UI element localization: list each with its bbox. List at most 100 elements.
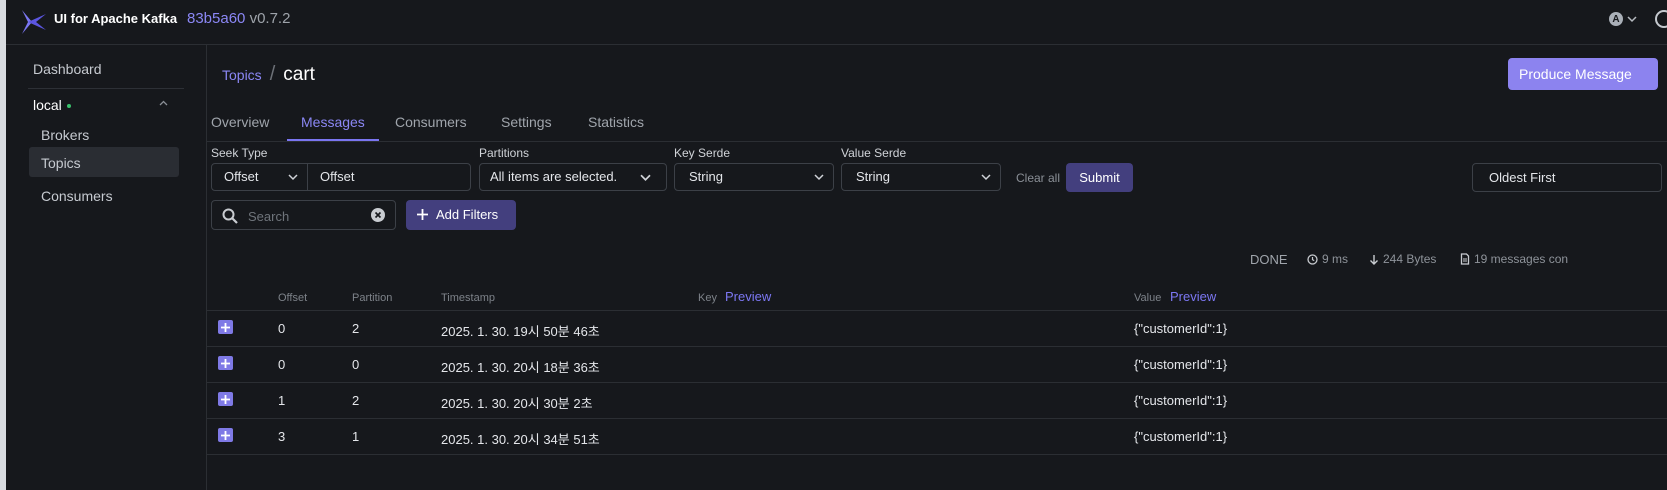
cell-value: {"customerId":1} xyxy=(1134,321,1228,336)
messages-value: 19 messages con xyxy=(1474,252,1569,266)
sidebar-item-label: Topics xyxy=(41,155,81,171)
tab-messages[interactable]: Messages xyxy=(301,114,365,130)
cell-partition: 1 xyxy=(352,429,360,444)
value-serde-select[interactable]: String xyxy=(841,163,1001,191)
cell-timestamp: 2025. 1. 30. 20시 18분 36초 xyxy=(441,360,600,375)
value-serde-label: Value Serde xyxy=(841,146,907,160)
tab-consumers[interactable]: Consumers xyxy=(395,114,467,130)
cell-partition: 2 xyxy=(352,321,360,336)
column-header-offset: Offset xyxy=(278,292,308,304)
chevron-down-icon xyxy=(981,174,991,181)
sidebar: Dashboard local Brokers Topics Consumers xyxy=(6,45,207,490)
cell-offset: 3 xyxy=(278,429,286,444)
plus-icon xyxy=(221,359,230,368)
table-row[interactable]: 1 2 2025. 1. 30. 20시 30분 2초 {"customerId… xyxy=(207,383,1667,419)
cell-value: {"customerId":1} xyxy=(1134,357,1228,372)
seek-offset-value: Offset xyxy=(320,169,355,184)
search-field[interactable] xyxy=(211,200,396,230)
cluster-name: local xyxy=(33,97,62,113)
column-header-value: Value xyxy=(1134,292,1162,304)
bytes-stat: 244 Bytes xyxy=(1369,252,1436,266)
clear-all-button[interactable]: Clear all xyxy=(1016,171,1060,185)
column-header-partition: Partition xyxy=(352,292,393,304)
cell-timestamp: 2025. 1. 30. 20시 34분 51초 xyxy=(441,432,600,447)
add-filters-button[interactable]: Add Filters xyxy=(406,200,516,230)
topic-tabs: Overview Messages Consumers Settings Sta… xyxy=(207,105,1667,142)
tab-statistics[interactable]: Statistics xyxy=(588,114,644,130)
seek-type-label: Seek Type xyxy=(211,146,268,160)
cell-offset: 0 xyxy=(278,357,286,372)
elapsed-stat: 9 ms xyxy=(1307,252,1348,266)
version-info: 83b5a60 v0.7.2 xyxy=(187,10,290,27)
app-name[interactable]: UI for Apache Kafka xyxy=(54,11,177,26)
cell-offset: 1 xyxy=(278,393,286,408)
page-title: cart xyxy=(283,64,315,85)
plus-icon xyxy=(221,395,230,404)
plus-icon xyxy=(221,323,230,332)
expand-row-button[interactable] xyxy=(218,320,233,334)
cell-value: {"customerId":1} xyxy=(1134,429,1228,444)
cell-offset: 0 xyxy=(278,321,286,336)
chevron-down-icon xyxy=(1627,16,1637,23)
key-serde-value: String xyxy=(689,169,723,184)
arrow-down-icon xyxy=(1370,254,1378,265)
tab-settings[interactable]: Settings xyxy=(501,114,552,130)
expand-row-button[interactable] xyxy=(218,356,233,370)
cell-timestamp: 2025. 1. 30. 20시 30분 2초 xyxy=(441,396,593,411)
sidebar-cluster-local[interactable]: local xyxy=(33,97,71,113)
clear-search-icon[interactable] xyxy=(371,208,385,222)
seek-type-select[interactable]: Offset xyxy=(211,163,308,191)
submit-button[interactable]: Submit xyxy=(1066,163,1133,192)
partitions-value: All items are selected. xyxy=(490,169,618,184)
breadcrumb-topics-link[interactable]: Topics xyxy=(222,67,262,83)
chevron-up-icon[interactable] xyxy=(159,99,168,108)
key-serde-label: Key Serde xyxy=(674,146,731,160)
active-tab-indicator xyxy=(287,139,379,141)
sidebar-item-dashboard[interactable]: Dashboard xyxy=(33,61,102,77)
document-icon xyxy=(1460,253,1470,265)
value-serde-value: String xyxy=(856,169,890,184)
chevron-down-icon xyxy=(640,174,651,181)
table-row[interactable]: 3 1 2025. 1. 30. 20시 34분 51초 {"customerI… xyxy=(207,419,1667,455)
clock-icon xyxy=(1307,253,1318,265)
key-serde-select[interactable]: String xyxy=(674,163,834,191)
top-bar: UI for Apache Kafka 83b5a60 v0.7.2 A xyxy=(6,0,1667,45)
sidebar-item-topics[interactable]: Topics xyxy=(29,147,179,177)
github-icon[interactable] xyxy=(1655,10,1667,28)
table-row[interactable]: 0 0 2025. 1. 30. 20시 18분 36초 {"customerI… xyxy=(207,347,1667,383)
expand-row-button[interactable] xyxy=(218,428,233,442)
sort-order-select[interactable]: Oldest First xyxy=(1472,163,1662,192)
value-preview-link[interactable]: Preview xyxy=(1170,289,1216,304)
key-preview-link[interactable]: Preview xyxy=(725,289,771,304)
plus-icon xyxy=(221,431,230,440)
seek-offset-input[interactable]: Offset xyxy=(307,163,471,191)
user-menu-button[interactable]: A xyxy=(1609,12,1637,26)
partitions-select[interactable]: All items are selected. xyxy=(479,163,667,191)
table-header: Offset Partition Timestamp Key Preview V… xyxy=(207,288,1667,311)
sidebar-item-consumers[interactable]: Consumers xyxy=(41,188,113,204)
search-icon xyxy=(222,208,238,224)
table-row[interactable]: 0 2 2025. 1. 30. 19시 50분 46초 {"customerI… xyxy=(207,311,1667,347)
main-content: Topics / cart Produce Message Overview M… xyxy=(207,45,1667,490)
tab-overview[interactable]: Overview xyxy=(211,114,269,130)
top-right-controls: A xyxy=(1609,10,1667,28)
chevron-down-icon xyxy=(814,174,824,181)
messages-stat: 19 messages con xyxy=(1460,252,1568,266)
seek-type-value: Offset xyxy=(224,169,259,184)
sidebar-divider xyxy=(28,88,184,89)
cell-partition: 2 xyxy=(352,393,360,408)
chevron-down-icon xyxy=(288,174,298,181)
sidebar-item-brokers[interactable]: Brokers xyxy=(41,127,89,143)
cell-timestamp: 2025. 1. 30. 19시 50분 46초 xyxy=(441,324,600,339)
version-hash-link[interactable]: 83b5a60 xyxy=(187,10,245,27)
bytes-value: 244 Bytes xyxy=(1383,252,1437,266)
search-input[interactable] xyxy=(246,206,370,226)
kafka-logo-icon[interactable] xyxy=(18,8,48,36)
produce-message-button[interactable]: Produce Message xyxy=(1508,58,1658,90)
avatar: A xyxy=(1609,12,1623,26)
add-filters-label: Add Filters xyxy=(436,207,499,222)
cluster-status-dot xyxy=(66,104,71,109)
column-header-timestamp: Timestamp xyxy=(441,292,495,304)
cell-partition: 0 xyxy=(352,357,360,372)
expand-row-button[interactable] xyxy=(218,392,233,406)
